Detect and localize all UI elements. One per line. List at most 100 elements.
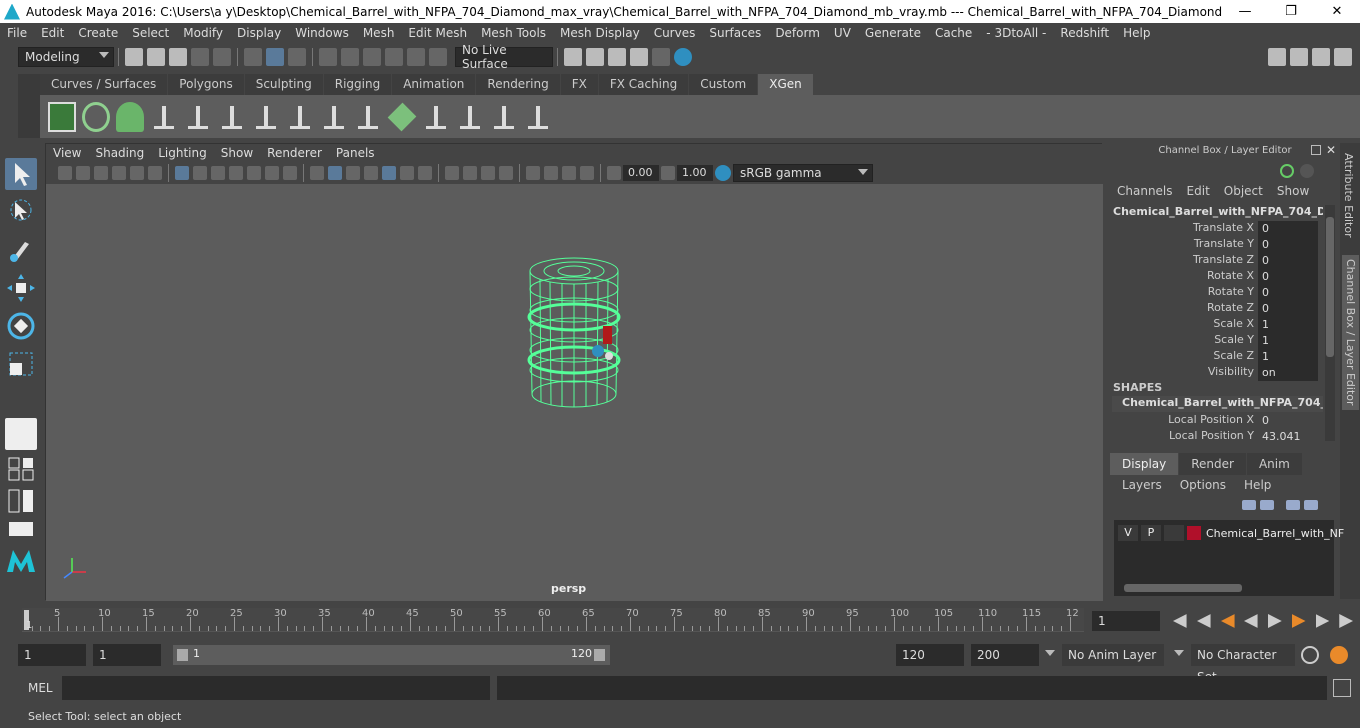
channel-value[interactable]: 1 <box>1258 349 1318 365</box>
isolate-select-icon[interactable] <box>526 166 540 180</box>
layout-shortcut-icon[interactable] <box>5 520 37 540</box>
select-tool-icon[interactable] <box>5 158 37 190</box>
wireframe-shading-icon[interactable] <box>310 166 324 180</box>
viewport-menu-renderer[interactable]: Renderer <box>260 146 329 160</box>
gamma-icon[interactable] <box>661 166 675 180</box>
step-back-key-icon[interactable] <box>1221 614 1235 628</box>
snap-vertex-icon[interactable] <box>429 47 447 66</box>
channel-box-options-icon[interactable] <box>1300 164 1314 178</box>
shadows-icon[interactable] <box>418 166 432 180</box>
minimize-button[interactable]: — <box>1222 4 1268 19</box>
range-slider[interactable]: 1 120 <box>173 645 610 665</box>
layer-menu-help[interactable]: Help <box>1232 478 1277 494</box>
step-forward-key-icon[interactable] <box>1291 614 1306 628</box>
play-forwards-icon[interactable] <box>1268 614 1282 628</box>
step-back-frame-icon[interactable] <box>1197 614 1211 628</box>
xray-joints-icon[interactable] <box>544 166 558 180</box>
shelf-tab-polygons[interactable]: Polygons <box>168 74 244 95</box>
viewport-menu-lighting[interactable]: Lighting <box>151 146 214 160</box>
channel-value[interactable]: 0 <box>1258 301 1318 317</box>
screen-space-ao-icon[interactable] <box>445 166 459 180</box>
viewport-menu-shading[interactable]: Shading <box>88 146 151 160</box>
channel-box-menu-object[interactable]: Object <box>1217 184 1270 200</box>
modeling-toolkit-icon[interactable] <box>1290 47 1308 66</box>
undo-icon[interactable] <box>191 47 209 66</box>
workspace-icon[interactable] <box>1268 47 1286 66</box>
anim-layer-dropdown[interactable]: No Anim Layer <box>1062 644 1164 666</box>
playback-start-field[interactable]: 1 <box>93 644 161 666</box>
channel-value[interactable]: 0 <box>1258 413 1318 429</box>
viewport-menu-panels[interactable]: Panels <box>329 146 382 160</box>
channel-box-menu-channels[interactable]: Channels <box>1110 184 1180 200</box>
bookmark-icon[interactable] <box>94 166 108 180</box>
viewport-menu-view[interactable]: View <box>46 146 88 160</box>
channel-row[interactable]: Local Position X 0 <box>1110 413 1323 429</box>
shelf-options[interactable] <box>18 74 40 138</box>
xgen-add-guide-icon[interactable] <box>150 102 178 132</box>
channel-value[interactable]: 0 <box>1258 221 1318 237</box>
channel-row[interactable]: Translate Y 0 <box>1110 237 1323 253</box>
channel-row[interactable]: Translate X 0 <box>1110 221 1323 237</box>
end-time-field[interactable]: 200 <box>971 644 1039 666</box>
snap-curve-icon[interactable] <box>341 47 359 66</box>
mode-dropdown[interactable]: Modeling <box>18 46 114 67</box>
channel-value[interactable]: 0 <box>1258 269 1318 285</box>
viewport-menu-show[interactable]: Show <box>214 146 260 160</box>
frame-all-icon[interactable] <box>580 166 594 180</box>
grease-pencil-icon[interactable] <box>148 166 162 180</box>
redo-icon[interactable] <box>213 47 231 66</box>
live-surface-field[interactable]: No Live Surface <box>455 43 553 71</box>
smooth-shading-icon[interactable] <box>328 166 342 180</box>
xgen-editor-icon[interactable] <box>48 101 76 132</box>
snap-grid-icon[interactable] <box>319 47 337 66</box>
render-frame-icon[interactable] <box>586 47 604 66</box>
channel-value[interactable]: 43.041 <box>1258 429 1318 445</box>
single-perspective-layout-icon[interactable] <box>5 418 37 450</box>
channel-row[interactable]: Translate Z 0 <box>1110 253 1323 269</box>
layer-tab-render[interactable]: Render <box>1179 453 1246 475</box>
xgen-preview-icon[interactable] <box>82 101 110 132</box>
go-to-start-icon[interactable] <box>1173 614 1187 628</box>
barrel-wireframe[interactable] <box>46 184 1103 601</box>
snap-view-icon[interactable] <box>385 47 403 66</box>
attribute-editor-tab[interactable]: Attribute Editor <box>1342 153 1355 238</box>
snap-point-icon[interactable] <box>363 47 381 66</box>
menu-mesh-display[interactable]: Mesh Display <box>553 26 647 40</box>
xgen-delete-guide-icon[interactable] <box>524 102 552 132</box>
four-view-layout-icon[interactable] <box>5 456 37 482</box>
channel-value[interactable]: 0 <box>1258 285 1318 301</box>
layer-color-swatch[interactable] <box>1187 526 1201 540</box>
play-backwards-icon[interactable] <box>1244 614 1258 628</box>
xray-icon[interactable] <box>382 166 396 180</box>
time-slider-track[interactable]: 1 5 10 15 20 25 30 35 40 45 50 55 60 65 70 75 80 85 90 95 1… <box>22 608 1084 632</box>
rotate-tool-icon[interactable] <box>5 310 37 342</box>
channel-row[interactable]: Rotate X 0 <box>1110 269 1323 285</box>
xgen-lock-guide-icon[interactable] <box>320 102 348 132</box>
current-frame-field[interactable]: 1 <box>1092 611 1160 631</box>
image-plane-icon[interactable] <box>112 166 126 180</box>
attribute-editor-toggle-icon[interactable] <box>1312 47 1330 66</box>
new-layer-from-selection-icon[interactable] <box>1304 500 1318 510</box>
range-end-handle[interactable] <box>594 649 605 661</box>
anti-aliasing-icon[interactable] <box>481 166 495 180</box>
maximize-button[interactable]: ❐ <box>1268 4 1314 19</box>
menu-select[interactable]: Select <box>125 26 176 40</box>
channel-row[interactable]: Local Position Y 43.041 <box>1110 429 1323 445</box>
field-chart-icon[interactable] <box>247 166 261 180</box>
close-panel-icon[interactable]: ✕ <box>1326 143 1336 157</box>
gate-mask-icon[interactable] <box>229 166 243 180</box>
character-set-dropdown[interactable]: No Character Set <box>1191 644 1295 684</box>
menu-display[interactable]: Display <box>230 26 288 40</box>
channel-row[interactable]: Visibility on <box>1110 365 1323 381</box>
xray-active-components-icon[interactable] <box>562 166 576 180</box>
channel-box-toggle-icon[interactable] <box>1334 47 1352 66</box>
menu-deform[interactable]: Deform <box>768 26 827 40</box>
outliner-layout-icon[interactable] <box>5 488 37 514</box>
vray-icon[interactable] <box>674 47 692 66</box>
xgen-move-guide-icon[interactable] <box>184 102 212 132</box>
snap-surface-icon[interactable] <box>407 47 425 66</box>
channel-box-scrollbar[interactable] <box>1325 205 1335 441</box>
channel-row[interactable]: Rotate Y 0 <box>1110 285 1323 301</box>
camera-attributes-icon[interactable] <box>76 166 90 180</box>
script-editor-icon[interactable] <box>1333 679 1351 697</box>
